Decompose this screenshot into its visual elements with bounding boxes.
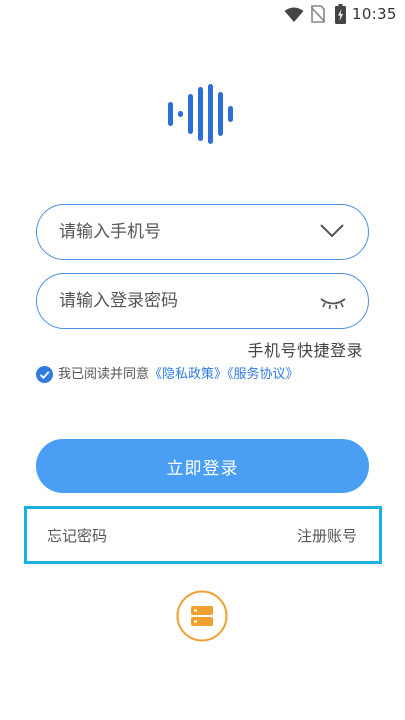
privacy-policy-link[interactable]: 《隐私政策》 [149,367,227,382]
phone-input[interactable] [59,205,309,259]
password-input[interactable] [59,274,309,328]
eye-closed-icon[interactable] [320,296,346,310]
phone-field [36,204,369,260]
chevron-down-icon[interactable] [320,223,344,239]
password-field [36,273,369,329]
status-time: 10:35 [352,5,397,23]
no-sim-icon [311,5,325,23]
battery-charging-icon [335,4,346,24]
agreement-text: 我已阅读并同意《隐私政策》《服务协议》 [58,366,299,383]
checkbox-checked-icon[interactable] [36,366,53,383]
forgot-password-link[interactable]: 忘记密码 [47,525,107,546]
status-bar: 10:35 [0,0,405,32]
account-links-box: 忘记密码 注册账号 [24,506,382,564]
register-link[interactable]: 注册账号 [297,525,357,546]
login-button[interactable]: 立即登录 [36,439,369,493]
sound-wave-logo-icon [168,84,233,144]
agreement-prefix: 我已阅读并同意 [58,367,150,382]
service-agreement-link[interactable]: 《服务协议》 [227,367,299,382]
wifi-icon [284,7,304,22]
server-switch-icon[interactable] [176,590,228,642]
login-screen: 10:35 手机号快捷登录 [0,0,405,720]
quick-login-link[interactable]: 手机号快捷登录 [247,337,363,361]
